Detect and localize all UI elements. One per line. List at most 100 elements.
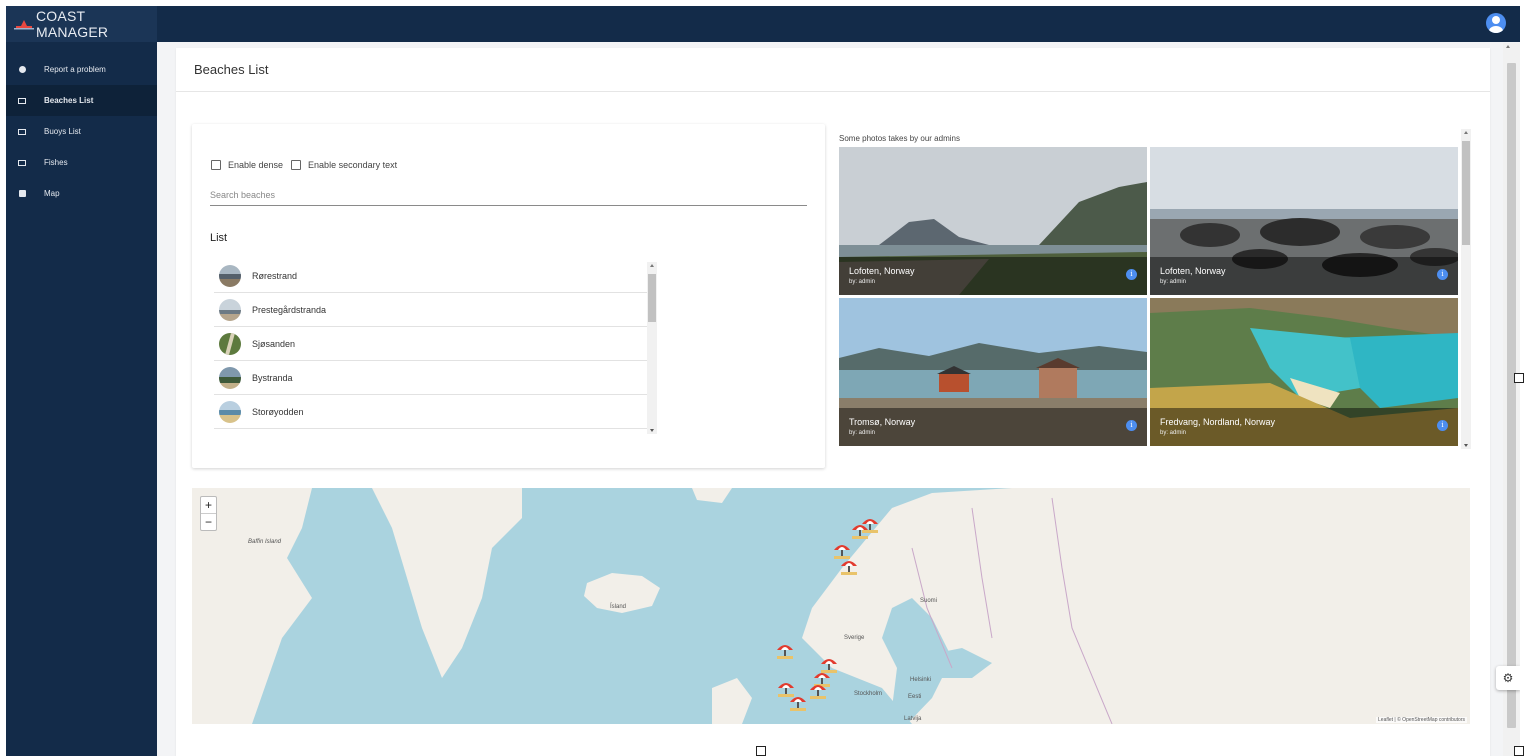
list-item[interactable]: Bystranda <box>214 361 654 395</box>
scroll-up-arrow-icon[interactable] <box>1506 45 1510 48</box>
beach-name: Rørestrand <box>252 270 298 281</box>
sidebar-item-fishes[interactable]: Fishes <box>6 147 157 178</box>
enable-dense-checkbox[interactable] <box>211 160 221 170</box>
gallery-scrollbar-thumb[interactable] <box>1462 141 1470 245</box>
sidebar-item-label: Report a problem <box>44 65 106 74</box>
top-bar <box>157 6 1520 42</box>
gallery-tile[interactable]: Lofoten, Norway by: admin i <box>1150 147 1458 295</box>
coast-logo-icon <box>14 18 34 30</box>
gear-icon: ⚙ <box>1502 671 1514 685</box>
map-tiles <box>192 488 1470 724</box>
scroll-down-arrow-icon[interactable] <box>1464 444 1468 447</box>
sidebar-item-label: Fishes <box>44 158 68 167</box>
info-icon[interactable]: i <box>1126 420 1137 431</box>
beach-umbrella-icon[interactable] <box>808 680 828 700</box>
beach-name: Sjøsanden <box>252 338 296 349</box>
map-label-latvija: Latvija <box>904 716 922 722</box>
list-item[interactable]: Prestegårdstranda <box>214 293 654 327</box>
map-icon <box>18 190 26 198</box>
app-title: COAST MANAGER <box>36 8 109 40</box>
gallery-caption: Some photos takes by our admins <box>839 134 960 143</box>
enable-secondary-checkbox[interactable] <box>291 160 302 170</box>
beach-umbrella-icon[interactable] <box>839 556 859 576</box>
info-icon[interactable]: i <box>1126 269 1137 280</box>
beach-list: Rørestrand Prestegårdstranda Sjøsanden B… <box>214 259 654 435</box>
sidebar-item-label: Beaches List <box>44 96 94 105</box>
page-title: Beaches List <box>176 48 1490 92</box>
list-scrollbar[interactable] <box>647 262 657 434</box>
sidebar-item-label: Map <box>44 189 60 198</box>
sidebar-item-map[interactable]: Map <box>6 178 157 209</box>
beach-umbrella-icon[interactable] <box>775 640 795 660</box>
map-zoom-control: + − <box>200 496 217 531</box>
list-item[interactable]: Rørestrand <box>214 259 654 293</box>
gallery-tile[interactable]: Lofoten, Norway by: admin i <box>839 147 1147 295</box>
photo-author: by: admin <box>1160 279 1187 285</box>
page-scrollbar-thumb[interactable] <box>1507 63 1516 728</box>
sidebar: COAST MANAGER Report a problem Beaches L… <box>6 6 157 756</box>
photo-title: Tromsø, Norway <box>849 417 916 427</box>
list-item[interactable]: Storøyodden <box>214 395 654 429</box>
list-options: Enable dense Enable secondary text <box>211 160 405 170</box>
photo-title: Lofoten, Norway <box>849 266 915 276</box>
search-input[interactable]: Search beaches <box>210 186 807 206</box>
settings-button[interactable]: ⚙ <box>1496 666 1520 690</box>
photo-author: by: admin <box>849 279 876 285</box>
sidebar-item-beaches-list[interactable]: Beaches List <box>6 85 157 116</box>
beach-map[interactable]: Baffin Island Ísland Suomi Sverige Stock… <box>192 488 1470 724</box>
app-frame: COAST MANAGER Report a problem Beaches L… <box>6 6 1520 756</box>
beach-avatar <box>219 264 241 287</box>
main-content: Beaches List Enable dense Enable seconda… <box>176 48 1490 756</box>
enable-dense-label: Enable dense <box>228 160 284 170</box>
list-title: List <box>210 232 228 244</box>
map-label-stockholm: Stockholm <box>854 691 883 697</box>
info-icon[interactable]: i <box>1437 269 1448 280</box>
photo-title: Lofoten, Norway <box>1160 266 1226 276</box>
app-brand[interactable]: COAST MANAGER <box>6 6 157 42</box>
map-label-suomi: Suomi <box>920 598 938 604</box>
beach-avatar <box>219 332 241 355</box>
beach-name: Bystranda <box>252 372 293 383</box>
zoom-in-button[interactable]: + <box>201 497 216 514</box>
beach-avatar <box>219 366 241 389</box>
gallery-tile[interactable]: Fredvang, Nordland, Norway by: admin i <box>1150 298 1458 446</box>
list-item[interactable]: Sjøsanden <box>214 327 654 361</box>
beach-avatar <box>219 298 241 321</box>
sidebar-item-buoys-list[interactable]: Buoys List <box>6 116 157 147</box>
zoom-out-button[interactable]: − <box>201 514 216 531</box>
resize-handle[interactable] <box>1514 373 1524 383</box>
scroll-up-arrow-icon[interactable] <box>650 264 654 267</box>
account-circle-icon[interactable] <box>1486 13 1506 33</box>
enable-secondary-label: Enable secondary text <box>308 160 398 170</box>
list-icon <box>18 128 26 136</box>
map-label-island: Ísland <box>610 604 627 610</box>
photo-author: by: admin <box>849 430 876 436</box>
report-dot-icon <box>18 66 26 74</box>
sidebar-item-label: Buoys List <box>44 127 81 136</box>
map-label-eesti: Eesti <box>908 694 922 700</box>
photo-title: Fredvang, Nordland, Norway <box>1160 417 1276 427</box>
sidebar-menu: Report a problem Beaches List Buoys List… <box>6 54 157 209</box>
sidebar-item-report-a-problem[interactable]: Report a problem <box>6 54 157 85</box>
photo-gallery: Lofoten, Norway by: admin i Lofoten, Nor… <box>839 147 1459 446</box>
beach-name: Storøyodden <box>252 406 304 417</box>
beach-umbrella-icon[interactable] <box>850 520 870 540</box>
scroll-down-arrow-icon[interactable] <box>650 429 654 432</box>
resize-handle[interactable] <box>1514 746 1524 756</box>
map-label-baffin: Baffin Island <box>248 539 282 545</box>
scroll-up-arrow-icon[interactable] <box>1464 131 1468 134</box>
list-scrollbar-thumb[interactable] <box>648 274 656 322</box>
resize-handle[interactable] <box>756 746 766 756</box>
page-scrollbar[interactable] <box>1503 43 1520 756</box>
list-icon <box>18 159 26 167</box>
beach-avatar <box>219 400 241 423</box>
beaches-card: Enable dense Enable secondary text Searc… <box>192 124 825 468</box>
beach-name: Prestegårdstranda <box>252 304 327 315</box>
info-icon[interactable]: i <box>1437 420 1448 431</box>
photo-author: by: admin <box>1160 430 1187 436</box>
map-label-sverige: Sverige <box>844 635 865 641</box>
map-attribution[interactable]: Leaflet | © OpenStreetMap contributors <box>1376 717 1467 723</box>
gallery-scrollbar[interactable] <box>1461 129 1471 449</box>
beach-umbrella-icon[interactable] <box>788 692 808 712</box>
gallery-tile[interactable]: Tromsø, Norway by: admin i <box>839 298 1147 446</box>
